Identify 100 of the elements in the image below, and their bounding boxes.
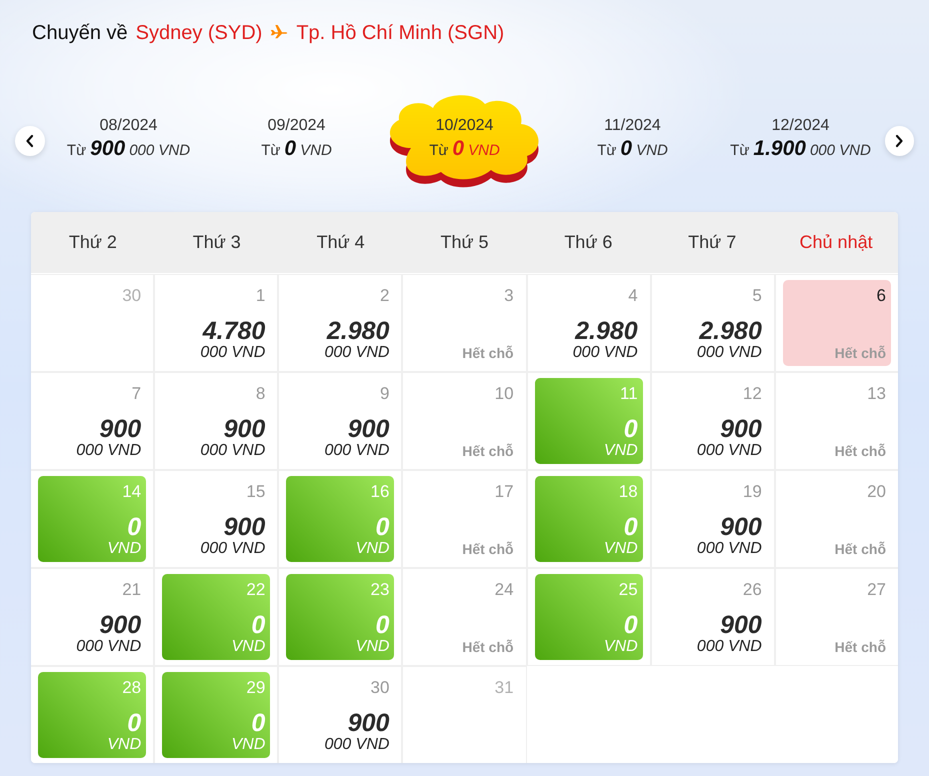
day-number: 8 — [256, 384, 266, 404]
day-number: 29 — [246, 678, 266, 698]
day-number: 4 — [628, 286, 638, 306]
day-button[interactable]: 19 900 000 VND — [658, 476, 767, 562]
sold-out-label: Hết chỗ — [462, 443, 514, 459]
price-unit: 000 VND — [76, 638, 142, 656]
price-unit: 000 VND — [200, 442, 266, 460]
month-tab[interactable]: 11/2024 Từ 0 VND — [548, 90, 716, 192]
price-amount: 900 — [720, 416, 762, 442]
price-amount: 0 — [127, 710, 142, 736]
price-amount: 0 — [624, 514, 638, 540]
price-amount: 900 — [224, 416, 266, 442]
trip-label: Chuyến về — [32, 22, 128, 44]
day-number: 30 — [370, 678, 390, 698]
price-unit: VND — [356, 540, 390, 558]
price-amount: 900 — [99, 416, 142, 442]
price-unit: 000 VND — [200, 344, 266, 362]
price-unit: VND — [604, 442, 638, 460]
month-tab[interactable]: 08/2024 Từ 900 000 VND — [44, 90, 212, 192]
day-button[interactable]: 15 900 000 VND — [162, 476, 270, 562]
day-number: 16 — [370, 482, 390, 502]
price-amount: 0 — [127, 514, 142, 540]
day-number: 2 — [380, 286, 390, 306]
day-number: 11 — [620, 384, 638, 404]
weekday-label: Thứ 5 — [439, 231, 490, 254]
price-amount: 900 — [99, 612, 142, 638]
price-amount: 0 — [376, 514, 390, 540]
day-button[interactable]: 7 900 000 VND — [38, 378, 146, 464]
day-number: 14 — [122, 482, 142, 502]
month-tab[interactable]: 09/2024 Từ 0 VND — [212, 90, 380, 192]
day-number: 23 — [370, 580, 390, 600]
price-unit: 000 VND — [324, 442, 390, 460]
price-unit: VND — [107, 736, 142, 754]
price-unit: 000 VND — [696, 344, 762, 362]
price-amount: 0 — [624, 612, 638, 638]
day-number: 13 — [867, 384, 886, 404]
day-button[interactable]: 9 900 000 VND — [286, 378, 394, 464]
price-amount: 900 — [348, 416, 390, 442]
day-button[interactable]: 6 Hết chỗ — [782, 280, 891, 366]
price-amount: 0 — [624, 416, 638, 442]
day-button[interactable]: 12 900 000 VND — [658, 378, 767, 464]
price-amount: 900 — [720, 612, 762, 638]
weekday-label: Thứ 2 — [68, 231, 118, 254]
day-number: 15 — [246, 482, 266, 502]
price-unit: VND — [232, 638, 266, 656]
price-amount: 2.980 — [575, 318, 638, 344]
sold-out-label: Hết chỗ — [462, 639, 514, 655]
previous-month-button[interactable] — [15, 126, 44, 156]
price-unit: 000 VND — [76, 442, 142, 460]
day-button[interactable]: 21 900 000 VND — [38, 574, 146, 660]
weekday-label: Chủ nhật — [798, 231, 874, 254]
day-number: 26 — [742, 580, 762, 600]
price-unit: VND — [356, 638, 390, 656]
chevron-left-icon — [24, 134, 35, 148]
day-button[interactable]: 5 2.980 000 VND — [658, 280, 767, 366]
day-button[interactable]: 30 900 000 VND — [286, 672, 394, 758]
price-unit: VND — [604, 638, 638, 656]
price-unit: 000 VND — [696, 442, 762, 460]
weekday-label: Thứ 7 — [687, 231, 738, 254]
day-number: 30 — [122, 286, 142, 306]
price-amount: 0 — [251, 612, 266, 638]
sold-out-label: Hết chỗ — [834, 541, 886, 557]
day-number: 3 — [504, 286, 514, 306]
day-number: 17 — [494, 482, 514, 502]
day-number: 20 — [867, 482, 886, 502]
day-number: 27 — [867, 580, 886, 600]
price-unit: 000 VND — [696, 540, 762, 558]
weekday-label: Thứ 6 — [563, 231, 614, 254]
price-unit: VND — [232, 736, 266, 754]
day-button[interactable]: 2 2.980 000 VND — [286, 280, 394, 366]
day-number: 22 — [246, 580, 266, 600]
day-number: 28 — [122, 678, 142, 698]
day-number: 1 — [256, 286, 266, 306]
price-amount: 2.980 — [699, 318, 762, 344]
month-tab[interactable]: 10/2024 Từ 0 VND — [380, 90, 548, 192]
origin-city: Sydney (SYD) — [136, 22, 262, 44]
price-unit: 000 VND — [324, 344, 390, 362]
weekday-label: Thứ 4 — [316, 231, 366, 254]
day-number: 19 — [742, 482, 762, 502]
price-unit: 000 VND — [200, 540, 266, 558]
sold-out-label: Hết chỗ — [834, 443, 886, 459]
month-tab[interactable]: 12/2024 Từ 1.900 000 VND — [716, 90, 884, 192]
day-button[interactable]: 4 2.980 000 VND — [534, 280, 643, 366]
chevron-right-icon — [894, 134, 904, 148]
next-month-button[interactable] — [884, 126, 914, 156]
destination-city: Tp. Hồ Chí Minh (SGN) — [296, 22, 504, 44]
price-amount: 2.980 — [326, 318, 390, 344]
day-number: 6 — [876, 286, 886, 306]
day-number: 10 — [494, 384, 514, 404]
day-button[interactable]: 26 900 000 VND — [658, 574, 767, 660]
day-number: 5 — [752, 286, 762, 306]
price-amount: 900 — [224, 514, 266, 540]
day-button[interactable]: 8 900 000 VND — [162, 378, 270, 464]
price-amount: 4.780 — [202, 318, 266, 344]
day-button[interactable]: 1 4.780 000 VND — [162, 280, 270, 366]
day-number: 7 — [132, 384, 142, 404]
day-number: 25 — [618, 580, 638, 600]
day-number: 31 — [494, 678, 514, 698]
sold-out-label: Hết chỗ — [462, 345, 514, 361]
sold-out-label: Hết chỗ — [834, 345, 886, 361]
